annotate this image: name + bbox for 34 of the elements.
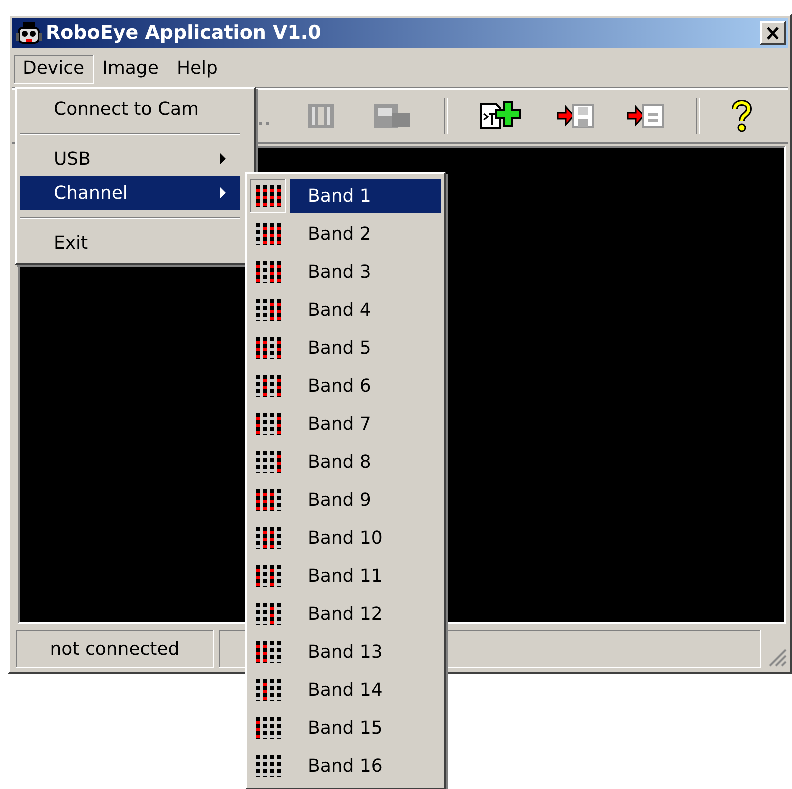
menu-item[interactable]: Band 10 bbox=[290, 521, 441, 555]
arrow-icon bbox=[220, 187, 226, 199]
menu-item[interactable]: Band 6 bbox=[290, 369, 441, 403]
window-title: RoboEye Application V1.0 bbox=[46, 22, 322, 44]
menu-item[interactable]: Band 15 bbox=[290, 711, 441, 745]
menu-item[interactable]: Connect to Cam bbox=[20, 92, 240, 126]
arrow-floppy-icon[interactable] bbox=[556, 101, 596, 131]
menu-item[interactable]: Band 3 bbox=[290, 255, 441, 289]
menu-item[interactable]: Image bbox=[94, 54, 168, 84]
robot-icon bbox=[16, 21, 42, 45]
menu-item[interactable]: Band 12 bbox=[290, 597, 441, 631]
menu-item[interactable]: Band 16 bbox=[290, 749, 441, 783]
menu-item[interactable]: Band 13 bbox=[290, 635, 441, 669]
menu-item[interactable]: Band 5 bbox=[290, 331, 441, 365]
menu-item[interactable]: Band 14 bbox=[290, 673, 441, 707]
menu-item[interactable]: Channel bbox=[20, 176, 240, 210]
menu-item[interactable]: Band 9 bbox=[290, 483, 441, 517]
help-icon[interactable] bbox=[730, 99, 754, 133]
menu-item[interactable]: USB bbox=[20, 142, 240, 176]
menu-item[interactable]: Band 4 bbox=[290, 293, 441, 327]
menu-item[interactable]: Band 2 bbox=[290, 217, 441, 251]
band-icon bbox=[250, 179, 286, 213]
close-icon bbox=[766, 26, 780, 40]
arrow-floppy-icon[interactable] bbox=[626, 101, 666, 131]
menu-item[interactable]: Exit bbox=[20, 226, 240, 260]
menu-item[interactable]: Band 8 bbox=[290, 445, 441, 479]
status-text: not connected bbox=[16, 630, 214, 668]
arrow-icon bbox=[220, 153, 226, 165]
close-button[interactable] bbox=[760, 21, 786, 45]
menu-item[interactable]: Band 11 bbox=[290, 559, 441, 593]
menu-item[interactable]: Device bbox=[14, 54, 94, 84]
menu-item[interactable]: Band 1 bbox=[290, 179, 441, 213]
menu-item[interactable]: Band 7 bbox=[290, 407, 441, 441]
menu-item[interactable]: Help bbox=[168, 54, 227, 84]
